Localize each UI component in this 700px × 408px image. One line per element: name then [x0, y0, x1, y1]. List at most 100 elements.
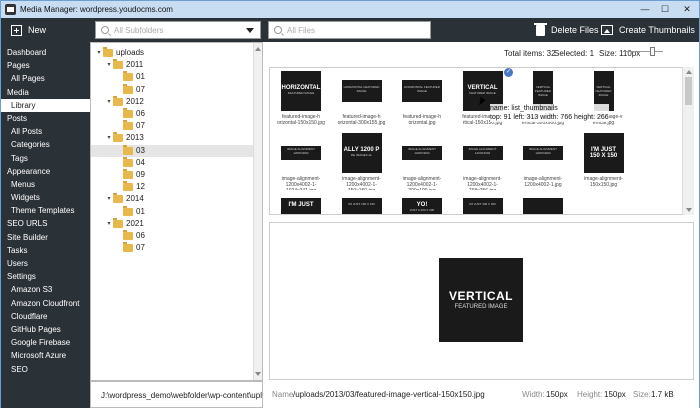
tree-scrollbar[interactable] [253, 43, 262, 380]
search-icon [101, 26, 109, 34]
close-button[interactable]: ✕ [675, 2, 699, 17]
tree-folder-2021[interactable]: ▾ 2021 [105, 217, 144, 230]
sidebar-item-tasks[interactable]: Tasks [1, 244, 90, 257]
thumbnail-image: I'M JUST 150 X 150 [583, 133, 624, 173]
sidebar-item-categories[interactable]: Categories [1, 138, 90, 151]
tree-folder-uploads[interactable]: ▾ uploads [95, 47, 144, 59]
expand-icon[interactable]: ▾ [105, 132, 113, 144]
expand-icon[interactable]: ▾ [105, 193, 113, 205]
scroll-down-icon[interactable] [255, 372, 261, 376]
tree-folder-06[interactable]: 06 [115, 230, 145, 242]
thumbnail-item[interactable]: HORIZONTAL FEATURED IMAGE featured-image-h… [272, 70, 330, 130]
tree-folder-09[interactable]: 09 [115, 169, 145, 181]
expand-icon[interactable]: ▾ [105, 218, 113, 230]
new-button[interactable]: New [11, 18, 46, 42]
sidebar-item-seo-urls[interactable]: SEO URLS [1, 217, 90, 230]
thumbnail-item[interactable]: I'M JUST [272, 194, 330, 214]
thumbnail-item[interactable]: YO! JUST A 300 X 200 [393, 194, 451, 214]
thumbnail-item[interactable]: I'M JUST 300 X 200 [454, 194, 512, 214]
expand-icon[interactable]: ▾ [105, 96, 113, 108]
tree-folder-04[interactable]: 04 [115, 156, 145, 169]
tree-folder-label: 01 [136, 206, 145, 216]
scroll-thumb[interactable] [685, 77, 692, 105]
thumbnail-image-subtext: JUST A 300 X 200 [409, 208, 435, 212]
tree-folder-label: 12 [136, 182, 145, 192]
sidebar-item-pages[interactable]: Pages [1, 59, 90, 72]
thumbnail-image-text: I'M JUST 150 X 150 [589, 147, 618, 159]
thumbnail-item[interactable]: I'M JUST 150 X 150 [333, 194, 391, 214]
tree-folder-label: uploads [116, 48, 145, 57]
create-thumbnails-label: Create Thumbnails [619, 25, 695, 35]
thumbnail-item[interactable]: HORIZONTAL FEATURED IMAGE featured-image-… [333, 70, 391, 130]
sidebar-item-github-pages[interactable]: GitHub Pages [1, 323, 90, 336]
scroll-down-icon[interactable] [686, 208, 692, 212]
expand-icon[interactable]: ▾ [105, 59, 113, 71]
status-bar: Name /uploads/2013/03/featured-image-ver… [263, 381, 699, 408]
thumbnail-image-subtext: HORIZONTAL FEATURED IMAGE [343, 85, 380, 93]
sidebar-item-cloudflare[interactable]: Cloudflare [1, 310, 90, 323]
create-thumbnails-button[interactable]: Create Thumbnails [601, 18, 695, 42]
tree-folder-07[interactable]: 07 [115, 83, 145, 96]
sidebar-item-seo[interactable]: SEO [1, 363, 90, 376]
chevron-down-icon[interactable] [246, 27, 254, 33]
size-slider-handle[interactable] [650, 47, 655, 56]
sidebar-item-amazon-cloudfront[interactable]: Amazon Cloudfront [1, 297, 90, 310]
thumbnail-item[interactable]: ALLY 1200 P DE IMAGES AL image-alignment- … [333, 132, 391, 192]
sidebar-item-tags[interactable]: Tags [1, 152, 90, 165]
expand-icon[interactable]: ▾ [95, 47, 103, 59]
tree-folder-07[interactable]: 07 [115, 242, 145, 254]
sidebar-item-all-pages[interactable]: All Pages [1, 72, 90, 85]
plus-icon [11, 24, 22, 36]
minimize-button[interactable]: — [635, 2, 655, 17]
thumbnail-item[interactable]: HORIZONTAL FEATURED IMAGE featured-image-… [393, 70, 451, 130]
tree-folder-01[interactable]: 01 [115, 205, 145, 218]
sidebar-item-library[interactable]: Library [1, 98, 90, 112]
tree-folder-03[interactable]: 03 [91, 144, 253, 157]
sidebar-item-media[interactable]: Media [1, 86, 90, 99]
thumbnail-image-subtext: FEATURED IMAGE [469, 91, 496, 95]
thumbnail-item[interactable]: IMAGE ALIGNMENT 1200X4002 image-alignment… [393, 132, 451, 192]
thumbnail-item[interactable]: I'M JUST 150 X 150 image-alignment- 150x1… [575, 132, 633, 192]
thumbnail-item[interactable]: IMAGE ALIGNMENT 1200X4002 image-alignment… [454, 132, 512, 192]
tree-folder-2012[interactable]: ▾ 2012 [105, 95, 144, 108]
tree-folder-2011[interactable]: ▾ 2011 [105, 59, 143, 71]
scroll-up-icon[interactable] [686, 70, 692, 74]
tree-folder-label: 06 [136, 231, 145, 240]
sidebar-item-dashboard[interactable]: Dashboard [1, 46, 90, 59]
tree-folder-12[interactable]: 12 [115, 181, 145, 193]
title-bar: Media Manager: wordpress.youdocms.com — … [1, 1, 699, 18]
tree-folder-07[interactable]: 07 [115, 120, 145, 132]
files-search-input[interactable]: All Files [268, 21, 431, 39]
sidebar-item-widgets[interactable]: Widgets [1, 191, 90, 204]
sidebar-item-posts[interactable]: Posts [1, 112, 90, 125]
thumbnail-item[interactable] [514, 194, 572, 214]
thumbnail-item[interactable]: IMAGE ALIGNMENT 1200X4002 image-alignment… [272, 132, 330, 192]
tree-folder-06[interactable]: 06 [115, 108, 145, 120]
scroll-up-icon[interactable] [255, 47, 261, 51]
sidebar-item-appearance[interactable]: Appearance [1, 165, 90, 178]
preview-image-subtitle: FEATURED IMAGE [454, 304, 508, 310]
sidebar-item-amazon-s3[interactable]: Amazon S3 [1, 283, 90, 296]
thumbnail-image-subtext: IMAGE ALIGNMENT 1200X4002 [529, 147, 557, 155]
sidebar-item-all-posts[interactable]: All Posts [1, 125, 90, 138]
thumbnail-item[interactable]: IMAGE ALIGNMENT 1200X4002 image-alignment… [514, 132, 572, 192]
sidebar-item-users[interactable]: Users [1, 257, 90, 270]
grid-scrollbar[interactable] [682, 67, 694, 215]
thumbnail-image-subtext: IMAGE ALIGNMENT 1200X4002 [468, 147, 497, 155]
folder-tree: ▾ uploads ▾ 2011 01 07 ▾ 2012 06 07 ▾ 2013 03 04 09 12 ▾… [90, 42, 263, 381]
sidebar-item-site-builder[interactable]: Site Builder [1, 231, 90, 244]
tree-folder-2014[interactable]: ▾ 2014 [105, 193, 144, 205]
tree-folder-2013[interactable]: ▾ 2013 [105, 132, 144, 144]
sidebar-item-microsoft-azure[interactable]: Microsoft Azure [1, 349, 90, 362]
delete-files-button[interactable]: Delete Files [534, 18, 599, 42]
tree-folder-label: 07 [136, 84, 145, 94]
tree-folder-01[interactable]: 01 [115, 71, 145, 83]
sidebar-item-theme-templates[interactable]: Theme Templates [1, 204, 90, 217]
thumbnail-caption: image-alignment- 1200x4002-1.jpg [523, 176, 563, 188]
subfolders-select[interactable]: All Subfolders [95, 21, 261, 39]
sidebar-item-google-firebase[interactable]: Google Firebase [1, 336, 90, 349]
size-slider[interactable] [623, 51, 663, 52]
maximize-button[interactable]: ☐ [655, 2, 675, 17]
sidebar-item-menus[interactable]: Menus [1, 178, 90, 191]
sidebar-item-settings[interactable]: Settings [1, 270, 90, 283]
